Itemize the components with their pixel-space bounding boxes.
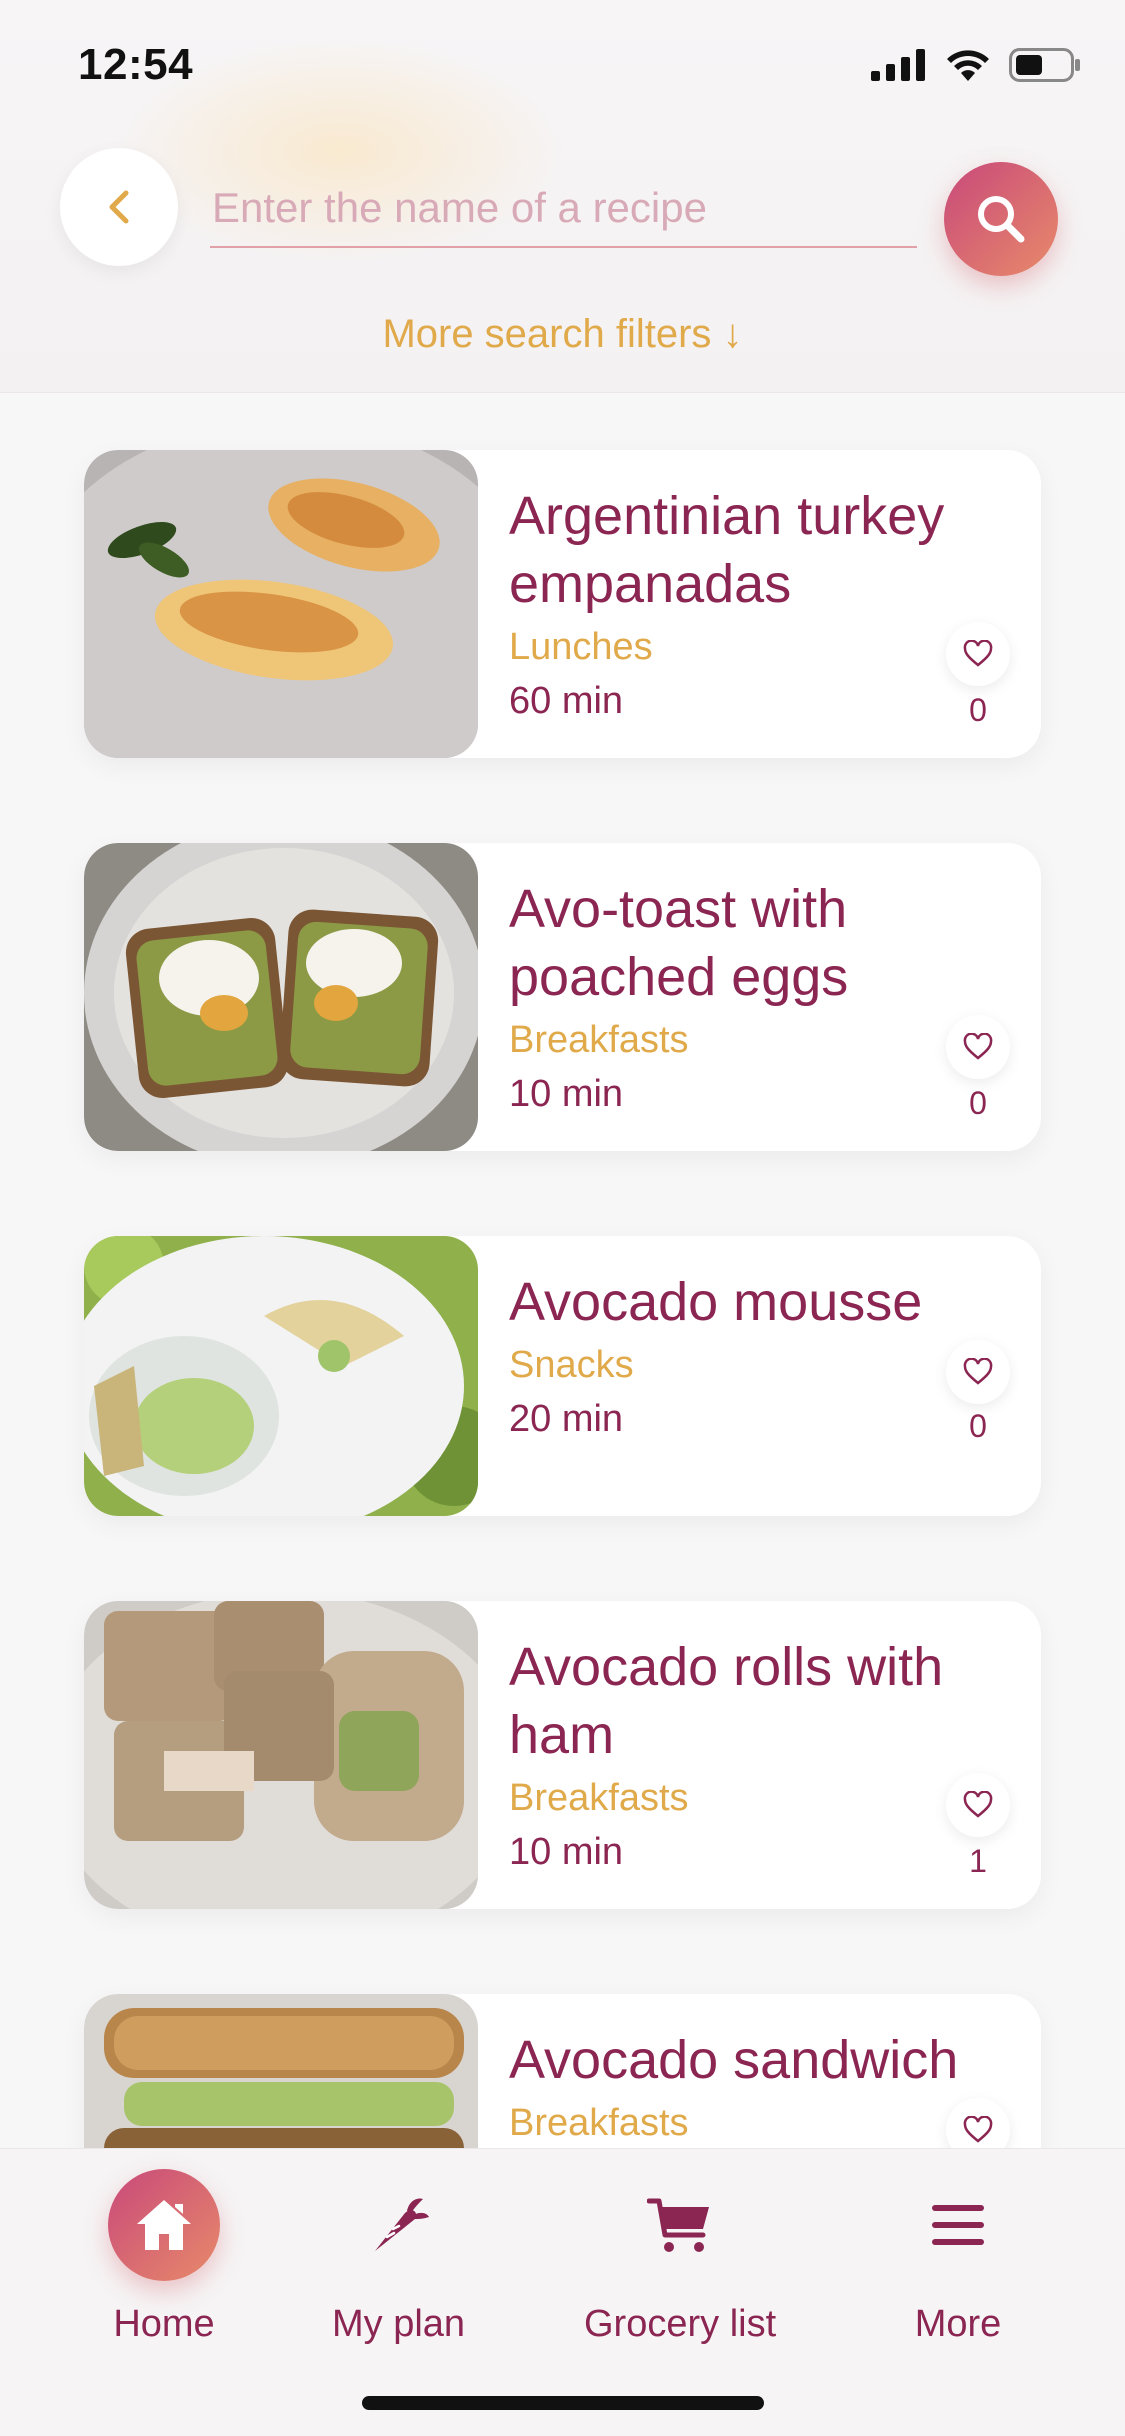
recipe-title: Avocado sandwich: [509, 2030, 959, 2090]
battery-icon: [1009, 48, 1080, 82]
recipe-search-screen: 12:54 Enter the name of a recipe More se…: [0, 0, 1125, 2436]
recipe-title: Avocado rolls with ham: [509, 1637, 944, 1765]
tab-more[interactable]: More: [902, 2169, 1014, 2346]
heart-icon: [963, 1033, 993, 1060]
search-button[interactable]: [944, 162, 1058, 276]
tab-grocery-list-icon-wrap: [624, 2169, 736, 2281]
recipe-search-input[interactable]: [210, 170, 917, 248]
recipe-time: 10 min: [509, 1073, 624, 1115]
recipe-category: Snacks: [509, 1344, 634, 1386]
wifi-icon: [947, 50, 989, 81]
more-search-filters-link[interactable]: More search filters ↓: [0, 312, 1125, 357]
status-time: 12:54: [78, 40, 194, 89]
tab-grocery-list[interactable]: Grocery list: [584, 2169, 776, 2346]
favorite-button[interactable]: [946, 1340, 1010, 1404]
favorite-count: 0: [969, 692, 987, 728]
recipe-category: Breakfasts: [509, 1019, 689, 1061]
recipe-time: 10 min: [509, 1831, 624, 1873]
recipe-time: 60 min: [509, 680, 624, 722]
favorite-count: 1: [969, 1843, 987, 1879]
recipe-title: Avo-toast with poached eggs: [509, 879, 849, 1007]
bottom-tab-bar: Home My plan Grocery list More: [0, 2148, 1125, 2436]
tab-home-label: Home: [113, 2303, 215, 2345]
tab-grocery-list-label: Grocery list: [584, 2303, 777, 2345]
tab-more-icon-wrap: [902, 2169, 1014, 2281]
recipe-time: 20 min: [509, 1398, 624, 1440]
recipe-category: Lunches: [509, 626, 653, 668]
menu-icon: [932, 2205, 984, 2245]
tab-my-plan-icon-wrap: [343, 2169, 455, 2281]
tab-home-icon-wrap: [108, 2169, 220, 2281]
carrot-icon: [374, 2198, 429, 2251]
tab-my-plan[interactable]: My plan: [332, 2169, 465, 2346]
favorite-button[interactable]: [946, 1773, 1010, 1837]
chevron-left-icon: [109, 190, 129, 224]
recipe-card[interactable]: Avocado rolls with ham Breakfasts 10 min…: [84, 1601, 1041, 1909]
cart-icon: [647, 2198, 710, 2252]
recipe-photo: [84, 1236, 478, 1516]
recipe-category: Breakfasts: [509, 1777, 689, 1819]
recipe-card[interactable]: Avo-toast with poached eggs Breakfasts 1…: [84, 843, 1041, 1151]
signal-icon: [871, 49, 925, 81]
favorite-button[interactable]: [946, 1015, 1010, 1079]
heart-icon: [963, 1358, 993, 1385]
favorite-count: 0: [969, 1408, 987, 1444]
recipe-photo: [84, 1601, 478, 1909]
tab-my-plan-label: My plan: [332, 2303, 466, 2345]
search-header: 12:54 Enter the name of a recipe More se…: [0, 0, 1125, 393]
recipe-card[interactable]: Avocado mousse Snacks 20 min 0: [84, 1236, 1041, 1516]
recipe-photo: [84, 843, 478, 1151]
favorite-count: 0: [969, 1085, 987, 1121]
back-button[interactable]: [60, 148, 178, 266]
recipe-category: Breakfasts: [509, 2102, 689, 2144]
tab-home[interactable]: Home: [108, 2169, 220, 2346]
home-indicator: [362, 2396, 764, 2410]
recipe-card[interactable]: Argentinian turkey empanadas Lunches 60 …: [84, 450, 1041, 758]
home-icon: [137, 2200, 191, 2250]
search-icon: [978, 196, 1025, 243]
tab-more-label: More: [914, 2303, 1002, 2345]
recipe-title: Argentinian turkey empanadas: [509, 486, 945, 614]
recipe-photo: [84, 450, 478, 758]
recipe-title: Avocado mousse: [509, 1272, 923, 1332]
heart-icon: [963, 2116, 993, 2143]
status-icons: [871, 48, 1081, 82]
favorite-button[interactable]: [946, 622, 1010, 686]
heart-icon: [963, 640, 993, 667]
heart-icon: [963, 1791, 993, 1818]
